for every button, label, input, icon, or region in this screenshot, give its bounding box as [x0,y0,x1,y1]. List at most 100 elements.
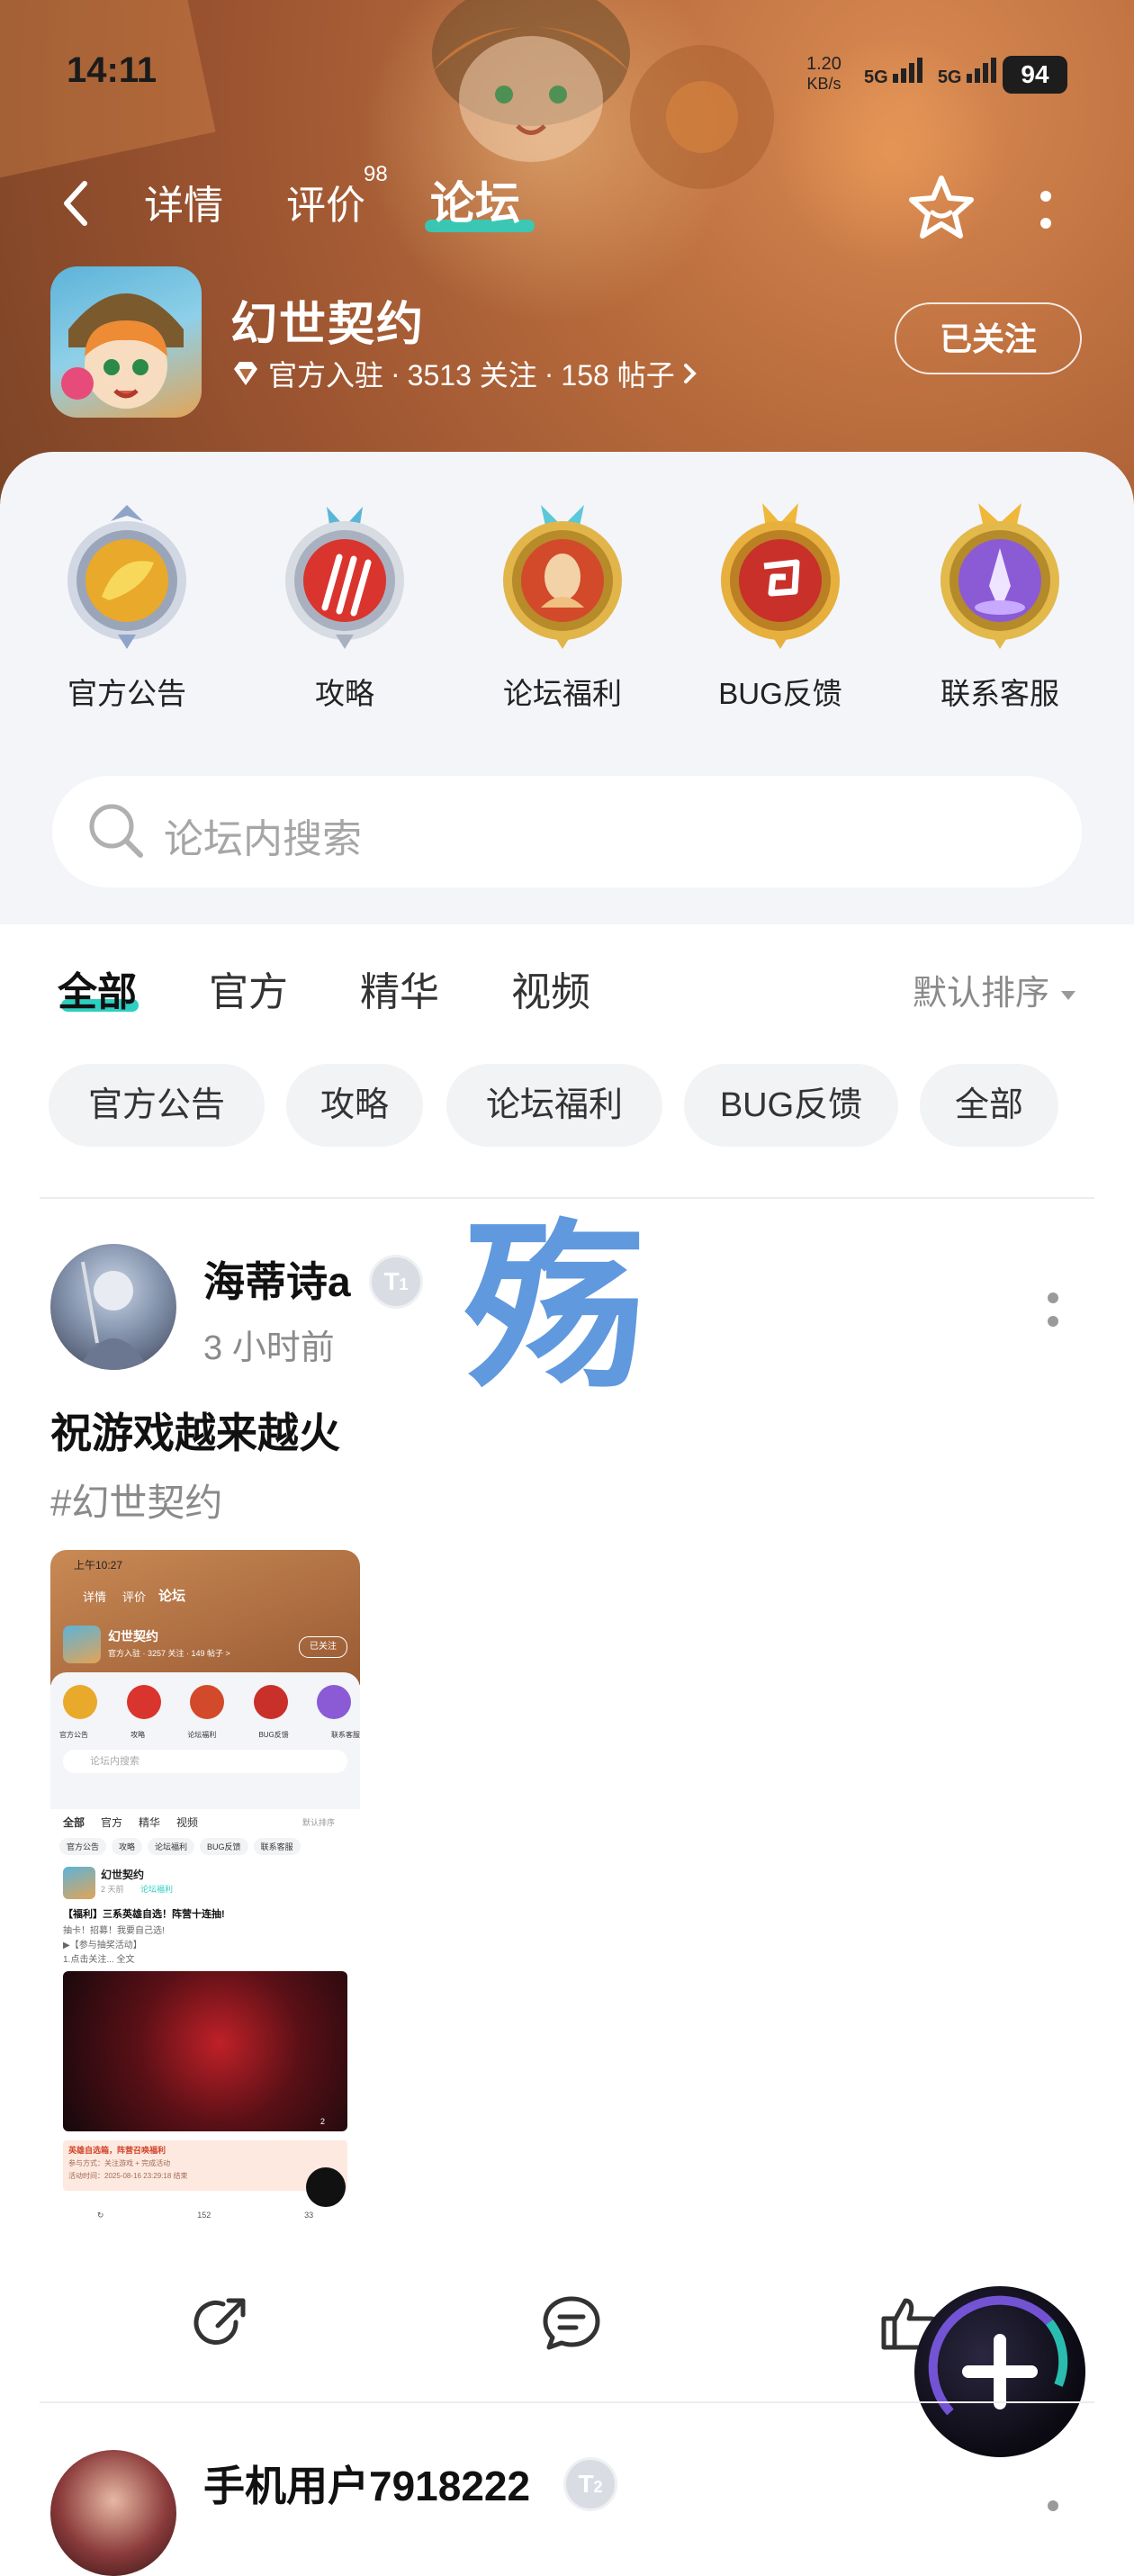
thumb-emblem [190,1685,224,1719]
category-customer-service[interactable]: 联系客服 [905,500,1094,713]
signal-bars-icon [893,58,925,88]
signal-bars-icon [967,58,999,88]
sort-dropdown[interactable]: 默认排序 [913,965,1077,1014]
caret-down-icon [1060,990,1076,1000]
thumb-search: 论坛内搜索 [63,1750,347,1773]
app-name: 幻世契约 [230,299,426,351]
tab-forum[interactable]: 论坛 [430,167,520,232]
thumb-app-icon [63,1626,101,1663]
avatar[interactable] [50,2450,176,2576]
chip-forum-benefits[interactable]: 论坛福利 [446,1064,662,1147]
divider [40,2401,1094,2403]
thumb-chip: 联系客服 [253,1838,301,1855]
chip-bug-report[interactable]: BUG反馈 [684,1064,898,1147]
category-bug-report[interactable]: BUG反馈 [686,500,875,713]
chip-guides[interactable]: 攻略 [286,1064,423,1147]
thumb-cat: BUG反馈 [258,1731,289,1739]
post-more-icon[interactable] [1046,2493,1060,2529]
thumb-post-line: 抽卡！招募！我要自己选! [63,1926,165,1936]
plus-icon [928,2295,1068,2416]
thumb-banner-line: 活动时间：2025-08-16 23:29:18 结束 [68,2172,188,2180]
thumb-cat: 官方公告 [59,1731,88,1739]
network-speed: 1.20 KB/s [806,54,842,94]
category-label: 官方公告 [68,677,186,710]
thumb-post-line: 1.点击关注... 全文 [63,1955,135,1965]
category-label: 攻略 [315,677,374,710]
thumb-emblem [63,1685,97,1719]
search-placeholder: 论坛内搜索 [164,817,362,861]
thumb-fab [306,2167,346,2207]
category-label: 联系客服 [940,677,1059,710]
thumb-share-icon: ↻ [96,2211,104,2220]
meta-separator: · [544,356,554,390]
category-label: BUG反馈 [718,677,842,710]
thumb-likes: 33 [304,2211,314,2220]
app-meta[interactable]: 官方入驻 · 3513 关注 · 158 帖子 [230,353,698,394]
search-icon [89,804,143,858]
post-time: 3 小时前 [203,1329,335,1367]
thumb-cat: 论坛福利 [187,1731,217,1739]
network-speed-value: 1.20 [806,54,842,74]
thumb-comments: 152 [197,2211,212,2220]
thumb-emblem [253,1685,288,1719]
network-speed-unit: KB/s [806,75,842,93]
post-author-name[interactable]: 手机用户7918222 [203,2454,530,2513]
category-guides[interactable]: 攻略 [250,500,439,713]
filter-tab-official[interactable]: 官方 [209,959,288,1017]
share-icon[interactable] [191,2292,254,2355]
character-art [432,0,774,189]
thumb-meta: 官方入驻 · 3257 关注 · 149 帖子 > [108,1649,230,1658]
post-title[interactable]: 祝游戏越来越火 [50,1401,340,1460]
signal-label-2: 5G [937,68,962,87]
post-image-thumbnail[interactable]: 上午10:27 详情 评价 论坛 幻世契约 官方入驻 · 3257 关注 · 1… [50,1550,360,2243]
app-icon [50,266,202,418]
thumb-tab: 详情 [83,1590,107,1604]
swirl-emblem-icon [721,503,840,649]
thumb-chip: 攻略 [112,1838,143,1855]
posts-count: 158 帖子 [561,359,675,392]
filter-tab-featured[interactable]: 精华 [360,959,439,1017]
category-label: 论坛福利 [503,677,622,710]
signal-label-1: 5G [864,68,888,87]
tab-details[interactable]: 详情 [144,173,223,230]
tab-reviews[interactable]: 评价 [286,173,365,230]
battery-indicator: 94 [1003,56,1067,94]
comment-icon[interactable] [540,2292,603,2355]
create-post-fab[interactable] [914,2286,1085,2457]
follow-button[interactable]: 已关注 [895,302,1082,374]
thumb-follow: 已关注 [299,1636,347,1658]
thumb-post-time: 2 天前 [101,1885,124,1894]
thumb-app-name: 幻世契约 [108,1629,158,1644]
back-arrow-icon[interactable] [56,176,95,230]
post-more-icon[interactable] [1046,1285,1060,1336]
post-hashtag[interactable]: #幻世契约 [50,1473,222,1527]
star-favorite-icon[interactable] [905,173,977,245]
chip-all[interactable]: 全部 [920,1064,1058,1147]
thumb-sort: 默认排序 [302,1818,336,1827]
review-count-badge: 98 [364,162,388,186]
chip-official-notice[interactable]: 官方公告 [49,1064,265,1147]
thumb-emblem [126,1685,161,1719]
signal-indicators: 5G 5G [864,58,999,88]
category-official-notice[interactable]: 官方公告 [32,500,221,713]
more-vertical-icon[interactable] [1033,184,1058,238]
thumb-filter: 视频 [176,1816,199,1829]
meta-separator: · [391,356,400,390]
thumb-cat: 攻略 [130,1731,146,1739]
thumb-post-line: ▶【参与抽奖活动】 [63,1941,142,1950]
official-label: 官方入驻 [268,359,384,392]
post-author-name[interactable]: 海蒂诗a [203,1249,351,1309]
thumb-time: 上午10:27 [74,1559,123,1572]
filter-tab-video[interactable]: 视频 [511,959,590,1017]
filter-tab-all[interactable]: 全部 [58,959,137,1017]
category-forum-benefits[interactable]: 论坛福利 [468,500,657,713]
thumb-tab: 论坛 [158,1589,186,1604]
hero-emblem-icon [503,505,622,649]
thumb-post-cat: 论坛福利 [140,1885,174,1894]
level-number: 1 [399,1275,409,1293]
avatar[interactable] [50,1244,176,1370]
claw-emblem-icon [285,507,404,649]
thumb-banner-title: 英雄自选箱，阵营召唤福利 [68,2146,166,2155]
thumb-post-image [63,1971,347,2131]
diamond-icon [234,362,257,385]
